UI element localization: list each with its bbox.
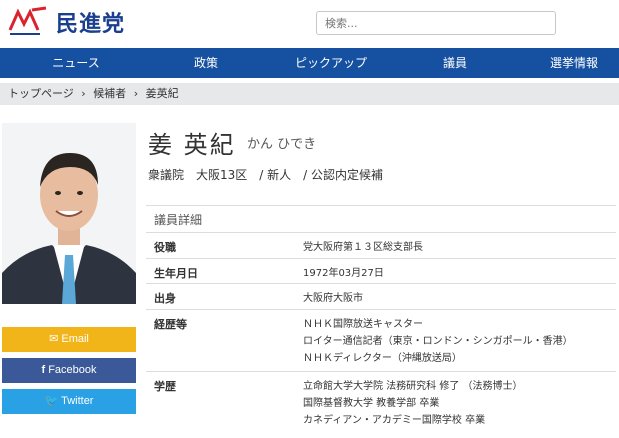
logo-text[interactable]: 民進党 — [56, 6, 125, 38]
candidate-photo — [2, 123, 136, 304]
breadcrumb-candidates[interactable]: 候補者 — [93, 87, 126, 100]
nav-item-policy[interactable]: 政策 — [178, 48, 234, 78]
search-input[interactable] — [316, 11, 556, 35]
main-nav: ニュース 政策 ピックアップ 議員 選挙情報 — [0, 48, 619, 78]
nav-item-news[interactable]: ニュース — [40, 48, 112, 78]
detail-value-line: 立命館大学大学院 法務研究科 修了 （法務博士） — [303, 381, 523, 392]
details-title: 議員詳細 — [146, 205, 616, 233]
detail-value: 立命館大学大学院 法務研究科 修了 （法務博士） 国際基督教大学 教養学部 卒業… — [303, 378, 523, 429]
detail-label: 生年月日 — [154, 267, 198, 280]
detail-value-line: ロイター通信記者（東京・ロンドン・シンガポール・香港） — [303, 336, 573, 347]
detail-value: 大阪府大阪市 — [303, 290, 363, 307]
detail-value-line: 国際基督教大学 教養学部 卒業 — [303, 398, 440, 409]
detail-value-line: 1972年03月27日 — [303, 268, 384, 279]
detail-row-education: 学歴 立命館大学大学院 法務研究科 修了 （法務博士） 国際基督教大学 教養学部… — [146, 372, 616, 434]
detail-label: 役職 — [154, 241, 176, 254]
detail-value-line: 党大阪府第１３区総支部長 — [303, 242, 423, 253]
detail-label: 学歴 — [154, 380, 176, 393]
twitter-share-button[interactable]: 🐦 Twitter — [2, 389, 136, 414]
detail-row-hometown: 出身 大阪府大阪市 — [146, 284, 616, 310]
detail-value-line: 大阪府大阪市 — [303, 293, 363, 304]
nav-item-election[interactable]: 選挙情報 — [540, 48, 608, 78]
email-share-button[interactable]: ✉ Email — [2, 327, 136, 352]
nav-item-members[interactable]: 議員 — [427, 48, 483, 78]
breadcrumb-home[interactable]: トップページ — [8, 87, 74, 100]
detail-label: 経歴等 — [154, 318, 187, 331]
breadcrumb-separator: › — [133, 87, 139, 100]
detail-value: ＮＨＫ国際放送キャスター ロイター通信記者（東京・ロンドン・シンガポール・香港）… — [303, 316, 573, 367]
portrait-illustration — [2, 123, 136, 304]
email-label: Email — [61, 333, 89, 345]
envelope-icon: ✉ — [49, 333, 62, 345]
detail-row-career: 経歴等 ＮＨＫ国際放送キャスター ロイター通信記者（東京・ロンドン・シンガポール… — [146, 310, 616, 372]
detail-value: 1972年03月27日 — [303, 265, 384, 282]
twitter-icon: 🐦 — [44, 395, 62, 407]
nav-item-pickup[interactable]: ピックアップ — [286, 48, 376, 78]
facebook-label: Facebook — [48, 364, 97, 376]
facebook-share-button[interactable]: f Facebook — [2, 358, 136, 383]
breadcrumb: トップページ › 候補者 › 姜英紀 — [0, 83, 619, 105]
detail-value-line: ＮＨＫ国際放送キャスター — [303, 319, 423, 330]
breadcrumb-separator: › — [81, 87, 86, 100]
detail-value-line: ＮＨＫディレクター（沖縄放送局） — [303, 353, 462, 364]
site-header: 民進党 — [0, 0, 619, 48]
candidate-kana: かん ひでき — [247, 137, 317, 152]
detail-value: 党大阪府第１３区総支部長 — [303, 239, 423, 256]
twitter-label: Twitter — [61, 395, 94, 407]
detail-value-line: カネディアン・アカデミー国際学校 卒業 — [303, 415, 486, 426]
candidate-summary: 衆議院 大阪13区 / 新人 / 公認内定候補 — [148, 168, 383, 182]
candidate-name: 姜 英紀 — [148, 131, 236, 159]
detail-row-position: 役職 党大阪府第１３区総支部長 — [146, 233, 616, 259]
detail-row-birthdate: 生年月日 1972年03月27日 — [146, 259, 616, 284]
detail-label: 出身 — [154, 292, 176, 305]
breadcrumb-current: 姜英紀 — [145, 87, 179, 100]
